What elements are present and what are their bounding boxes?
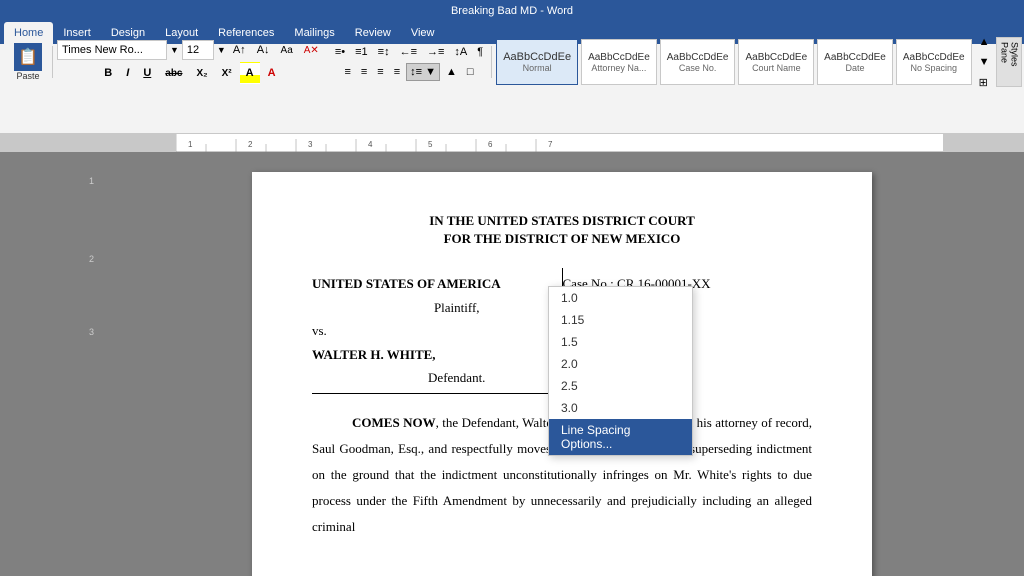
line-spacing-dropdown: 1.0 1.15 1.5 2.0 2.5 3.0 Line Spacing Op… bbox=[548, 286, 693, 456]
ribbon: 📋 Paste ▼ ▼ A↑ A↓ Aa A✕ B I U abc X₂ bbox=[0, 44, 1024, 134]
sort-button[interactable]: ↕A bbox=[450, 43, 471, 61]
paste-button[interactable]: 📋 Paste bbox=[8, 41, 48, 83]
paste-icon: 📋 bbox=[14, 43, 42, 71]
svg-text:1: 1 bbox=[188, 140, 193, 149]
superscript-button[interactable]: X² bbox=[216, 62, 238, 84]
style-attorney[interactable]: AaBbCcDdEe Attorney Na... bbox=[581, 39, 657, 85]
subscript-button[interactable]: X₂ bbox=[191, 62, 214, 84]
paragraph-section: ≡• ≡1 ≡↕ ←≡ →≡ ↕A ¶ ≡ ≡ ≡ ≡ ↕≡ ▼ ▲ □ bbox=[327, 46, 492, 78]
line-spacing-button[interactable]: ↕≡ ▼ bbox=[406, 63, 440, 81]
font-section-row1: ▼ ▼ A↑ A↓ Aa A✕ B I U abc X₂ X² A A bbox=[53, 46, 327, 78]
show-formatting-button[interactable]: ¶ bbox=[473, 43, 487, 61]
ruler-left-margin bbox=[0, 134, 175, 151]
document-header: IN THE UNITED STATES DISTRICT COURT FOR … bbox=[312, 212, 812, 248]
svg-text:6: 6 bbox=[488, 140, 493, 149]
gallery-scroll-up-button[interactable]: ▲ bbox=[975, 33, 994, 51]
decrease-font-button[interactable]: A↓ bbox=[253, 41, 274, 59]
font-selector: ▼ ▼ A↑ A↓ Aa A✕ bbox=[57, 40, 323, 60]
margin-num-1: 1 bbox=[89, 172, 94, 190]
plaintiff-name: UNITED STATES OF AMERICA bbox=[312, 272, 562, 295]
plaintiff-role: Plaintiff, bbox=[312, 296, 562, 319]
line-spacing-options[interactable]: Line Spacing Options... bbox=[549, 419, 692, 455]
document-area: IN THE UNITED STATES DISTRICT COURT FOR … bbox=[100, 152, 1024, 576]
font-name-dropdown-icon[interactable]: ▼ bbox=[170, 45, 179, 55]
document-title: Breaking Bad MD - Word bbox=[0, 5, 1024, 17]
line-spacing-1-0[interactable]: 1.0 bbox=[549, 287, 692, 309]
justify-button[interactable]: ≡ bbox=[390, 63, 404, 81]
ruler: 1 2 3 4 5 6 7 bbox=[0, 134, 1024, 152]
style-court-name[interactable]: AaBbCcDdEe Court Name bbox=[738, 39, 814, 85]
left-margin: 1 2 3 bbox=[0, 152, 100, 576]
tab-review[interactable]: Review bbox=[345, 22, 401, 44]
underline-button[interactable]: U bbox=[137, 62, 157, 84]
margin-num-2: 2 bbox=[89, 250, 94, 268]
tab-view[interactable]: View bbox=[401, 22, 445, 44]
gallery-more-button[interactable]: ⊞ bbox=[975, 73, 994, 91]
increase-indent-button[interactable]: →≡ bbox=[423, 43, 448, 61]
clear-format-button[interactable]: A✕ bbox=[300, 41, 323, 59]
styles-pane-button[interactable]: Styles Pane bbox=[996, 37, 1022, 87]
ruler-right-margin bbox=[944, 134, 1024, 151]
align-left-button[interactable]: ≡ bbox=[340, 63, 354, 81]
increase-font-button[interactable]: A↑ bbox=[229, 41, 250, 59]
multilevel-list-button[interactable]: ≡↕ bbox=[374, 43, 394, 61]
party-left-cell: UNITED STATES OF AMERICA Plaintiff, vs. … bbox=[312, 268, 562, 393]
line-spacing-2-5[interactable]: 2.5 bbox=[549, 375, 692, 397]
court-line2: FOR THE DISTRICT OF NEW MEXICO bbox=[312, 230, 812, 248]
line-spacing-3-0[interactable]: 3.0 bbox=[549, 397, 692, 419]
bold-button[interactable]: B bbox=[98, 62, 118, 84]
svg-text:4: 4 bbox=[368, 140, 373, 149]
decrease-indent-button[interactable]: ←≡ bbox=[396, 43, 421, 61]
margin-num-3: 3 bbox=[89, 323, 94, 341]
line-spacing-1-15[interactable]: 1.15 bbox=[549, 309, 692, 331]
styles-gallery-section: AaBbCcDdEe Normal AaBbCcDdEe Attorney Na… bbox=[492, 46, 1024, 78]
text-highlight-button[interactable]: A bbox=[240, 62, 260, 84]
svg-text:2: 2 bbox=[248, 140, 253, 149]
main-area: 1 2 3 IN THE UNITED STATES DISTRICT COUR… bbox=[0, 152, 1024, 576]
style-no-spacing[interactable]: AaBbCcDdEe No Spacing bbox=[896, 39, 972, 85]
italic-button[interactable]: I bbox=[120, 62, 135, 84]
font-size-input[interactable] bbox=[182, 40, 214, 60]
font-color-button[interactable]: A bbox=[262, 62, 282, 84]
ruler-main: 1 2 3 4 5 6 7 bbox=[175, 134, 944, 151]
line-spacing-2-0[interactable]: 2.0 bbox=[549, 353, 692, 375]
line-spacing-1-5[interactable]: 1.5 bbox=[549, 331, 692, 353]
court-line1: IN THE UNITED STATES DISTRICT COURT bbox=[312, 212, 812, 230]
title-bar: Breaking Bad MD - Word bbox=[0, 0, 1024, 22]
svg-text:3: 3 bbox=[308, 140, 313, 149]
bullet-list-button[interactable]: ≡• bbox=[331, 43, 349, 61]
font-name-input[interactable] bbox=[57, 40, 167, 60]
vs-text: vs. bbox=[312, 319, 562, 342]
align-center-button[interactable]: ≡ bbox=[357, 63, 371, 81]
svg-text:7: 7 bbox=[548, 140, 553, 149]
defendant-role: Defendant. bbox=[312, 366, 562, 389]
defendant-name: WALTER H. WHITE, bbox=[312, 343, 562, 366]
numbered-list-button[interactable]: ≡1 bbox=[351, 43, 372, 61]
align-right-button[interactable]: ≡ bbox=[373, 63, 387, 81]
shading-button[interactable]: ▲ bbox=[442, 63, 461, 81]
svg-text:5: 5 bbox=[428, 140, 433, 149]
style-date[interactable]: AaBbCcDdEe Date bbox=[817, 39, 893, 85]
change-case-button[interactable]: Aa bbox=[277, 41, 297, 59]
style-normal[interactable]: AaBbCcDdEe Normal bbox=[496, 39, 578, 85]
clipboard-section: 📋 Paste bbox=[4, 46, 53, 78]
style-case-no[interactable]: AaBbCcDdEe Case No. bbox=[660, 39, 736, 85]
borders-button[interactable]: □ bbox=[463, 63, 478, 81]
gallery-scroll-down-button[interactable]: ▼ bbox=[975, 53, 994, 71]
margin-numbers: 1 2 3 bbox=[89, 172, 94, 341]
font-size-dropdown-icon[interactable]: ▼ bbox=[217, 45, 226, 55]
strikethrough-button[interactable]: abc bbox=[159, 62, 188, 84]
